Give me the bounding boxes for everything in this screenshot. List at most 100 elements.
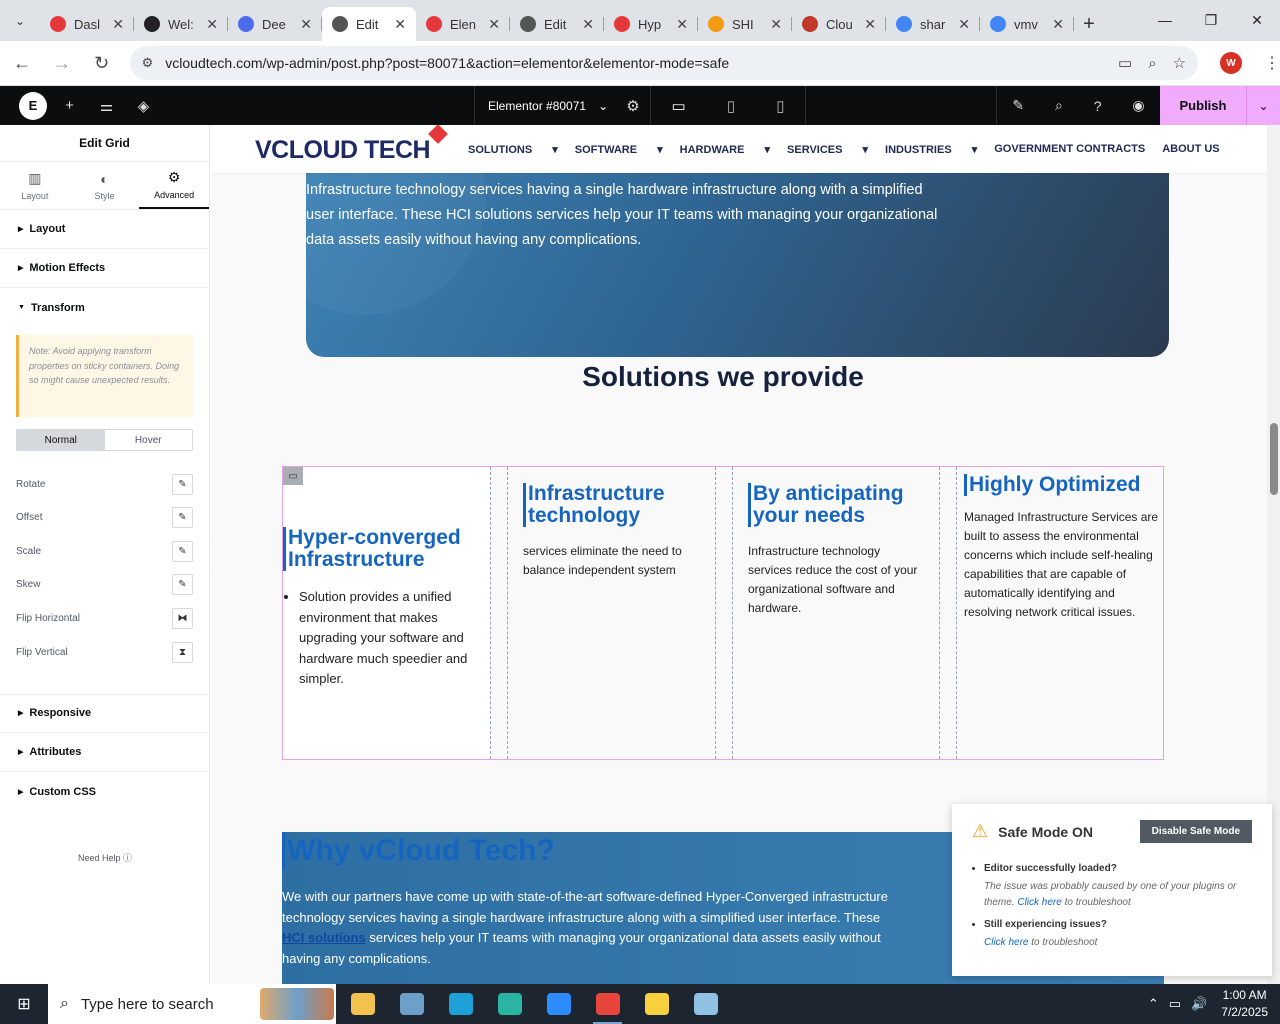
card-highly-optimized[interactable]: Highly Optimized Managed Infrastructure … [956,467,1163,759]
bookmark-star-icon[interactable]: ☆ [1173,54,1186,72]
chevron-up-icon[interactable]: ⌃ [1148,996,1159,1012]
nav-government-contracts[interactable]: GOVERNMENT CONTRACTS [994,143,1145,155]
profile-avatar[interactable]: W [1220,52,1242,74]
start-button[interactable]: ⊞ [0,984,48,1024]
close-window-button[interactable]: ✕ [1234,0,1280,40]
tab-close-icon[interactable]: ✕ [1052,16,1064,33]
network-icon[interactable]: ▭ [1169,996,1181,1012]
section-layout[interactable]: ▶ Layout [0,210,209,249]
tab-close-icon[interactable]: ✕ [582,16,594,33]
nav-hardware[interactable]: HARDWARE ▾ [680,143,770,156]
taskbar-app-sticky-notes[interactable] [632,984,681,1024]
clock[interactable]: 1:00 AM 7/2/2025 [1221,987,1268,1021]
finder-search-icon[interactable]: ⌕ [1055,97,1063,114]
nav-software[interactable]: SOFTWARE ▾ [575,143,663,156]
tab-advanced[interactable]: ⚙ Advanced [139,162,210,209]
browser-tab[interactable]: SHI ✕ [698,7,792,41]
scrollbar-thumb[interactable] [1270,423,1278,495]
publish-options-chevron[interactable]: ⌄ [1246,86,1280,125]
new-tab-button[interactable]: + [1074,7,1104,41]
tab-close-icon[interactable]: ✕ [206,16,218,33]
tab-close-icon[interactable]: ✕ [112,16,124,33]
taskbar-search[interactable]: ⌕ Type here to search [48,984,336,1024]
disable-safe-mode-button[interactable]: Disable Safe Mode [1139,820,1252,843]
tab-close-icon[interactable]: ✕ [488,16,500,33]
help-icon[interactable]: ? [1094,98,1102,114]
browser-tab[interactable]: Hyp ✕ [604,7,698,41]
section-custom-css[interactable]: ▶ Custom CSS [0,772,209,811]
edit-pencil-icon[interactable]: ✎ [172,474,193,495]
browser-tab[interactable]: Dasl ✕ [40,7,134,41]
taskbar-app-file-explorer[interactable] [338,984,387,1024]
taskbar-app-app-4[interactable] [485,984,534,1024]
section-motion-effects[interactable]: ▶ Motion Effects [0,249,209,288]
card-infrastructure-technology[interactable]: Infrastructure technology services elimi… [507,467,716,759]
page-settings-gear-icon[interactable]: ⚙ [616,86,650,125]
troubleshoot-link[interactable]: Click here [1017,897,1061,908]
card-anticipating-needs[interactable]: By anticipating your needs Infrastructur… [732,467,940,759]
site-logo[interactable]: VCLOUD TECH [255,125,448,165]
forward-button[interactable]: → [44,45,80,81]
browser-tab[interactable]: Edit ✕ [322,7,416,41]
browser-tab[interactable]: Edit ✕ [510,7,604,41]
browser-tab[interactable]: shar ✕ [886,7,980,41]
zoom-icon[interactable]: ⌕ [1148,55,1156,72]
edit-pencil-icon[interactable]: ✎ [172,507,193,528]
hci-solutions-link[interactable]: HCI solutions [282,930,366,945]
url-text[interactable]: vcloudtech.com/wp-admin/post.php?post=80… [165,55,1102,71]
section-transform[interactable]: ▼ Transform [0,288,209,327]
tab-close-icon[interactable]: ✕ [770,16,782,33]
minimize-button[interactable]: — [1142,0,1188,40]
reload-button[interactable]: ↻ [84,45,120,81]
preview-eye-icon[interactable]: ◉ [1132,97,1144,114]
tab-close-icon[interactable]: ✕ [958,16,970,33]
desktop-icon[interactable]: ▭ [672,97,686,115]
browser-tab[interactable]: Dee ✕ [228,7,322,41]
tab-layout[interactable]: ▥ Layout [0,162,70,209]
troubleshoot-link[interactable]: Click here [984,937,1028,948]
nav-industries[interactable]: INDUSTRIES ▾ [885,143,977,156]
grid-handle-icon[interactable]: ▭ [283,467,303,485]
tablet-icon[interactable]: ▯ [727,97,735,115]
notes-icon[interactable]: ✎ [1012,97,1024,114]
structure-layers-icon[interactable]: ◈ [125,97,162,115]
nav-about-us[interactable]: ABOUT US [1162,143,1219,155]
section-attributes[interactable]: ▶ Attributes [0,733,209,772]
tab-close-icon[interactable]: ✕ [676,16,688,33]
browser-tab[interactable]: Wel: ✕ [134,7,228,41]
need-help-link[interactable]: Need Help ⓘ [0,851,210,864]
mobile-icon[interactable]: ▯ [776,97,784,115]
site-info-icon[interactable]: ⚙ [142,55,154,71]
grid-container[interactable]: Hyper-converged Infrastructure Solution … [282,466,1164,760]
browser-menu-icon[interactable]: ⋮ [1264,53,1280,73]
browser-tab[interactable]: vmv ✕ [980,7,1074,41]
taskbar-app-app-8[interactable] [681,984,730,1024]
edit-pencil-icon[interactable]: ✎ [172,574,193,595]
edit-pencil-icon[interactable]: ✎ [172,541,193,562]
card-hyper-converged[interactable]: Hyper-converged Infrastructure Solution … [283,467,491,759]
nav-solutions[interactable]: SOLUTIONS ▾ [468,143,558,156]
browser-tab[interactable]: Elen ✕ [416,7,510,41]
tab-close-icon[interactable]: ✕ [300,16,312,33]
taskbar-app-app-2[interactable] [387,984,436,1024]
add-element-icon[interactable]: + [51,97,88,114]
tab-close-icon[interactable]: ✕ [394,16,406,33]
tab-close-icon[interactable]: ✕ [864,16,876,33]
nav-services[interactable]: SERVICES ▾ [787,143,868,156]
tab-style[interactable]: ◐ Style [70,162,140,209]
site-settings-icon[interactable]: ⚌ [88,97,125,115]
omnibox[interactable]: ⚙ vcloudtech.com/wp-admin/post.php?post=… [129,46,1199,80]
restore-button[interactable]: ❐ [1188,0,1234,40]
back-button[interactable]: ← [4,45,40,81]
section-responsive[interactable]: ▶ Responsive [0,694,209,733]
flip-vertical-icon[interactable]: ⧗ [172,642,193,663]
camera-blocked-icon[interactable]: ▭ [1118,54,1132,72]
state-normal[interactable]: Normal [17,430,105,450]
tab-search-button[interactable]: ⌄ [0,0,40,41]
browser-tab[interactable]: Clou ✕ [792,7,886,41]
state-hover[interactable]: Hover [105,430,193,450]
taskbar-app-chrome[interactable] [583,984,632,1024]
elementor-logo-button[interactable]: E [19,91,47,120]
volume-icon[interactable]: 🔊 [1191,996,1207,1012]
taskbar-app-edge[interactable] [436,984,485,1024]
